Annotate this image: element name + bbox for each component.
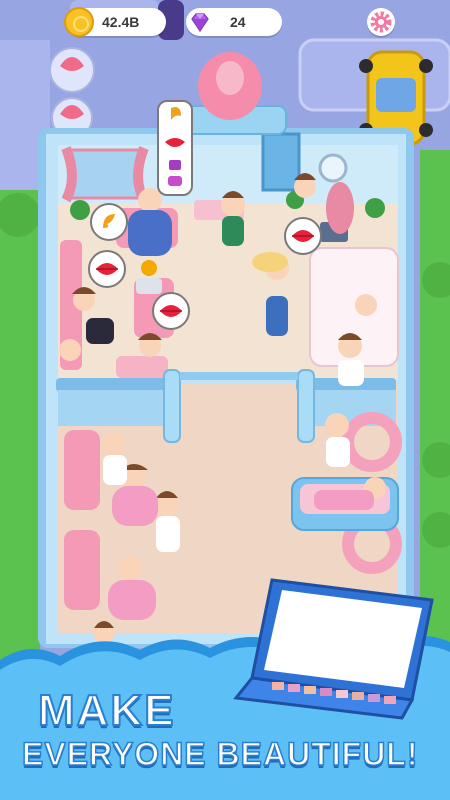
- coin-icon: [64, 7, 94, 37]
- request-bubble-hair[interactable]: [90, 203, 128, 241]
- gem-counter[interactable]: 24: [186, 8, 282, 36]
- settings-button[interactable]: [367, 8, 395, 36]
- lips-icon: [160, 305, 182, 317]
- diamond-icon: [191, 13, 209, 33]
- coin-counter[interactable]: 42.4B: [64, 7, 166, 37]
- request-bubble-lips[interactable]: [88, 250, 126, 288]
- gem-value: 24: [230, 14, 246, 30]
- makeup-palette-icon: [233, 578, 434, 720]
- gear-icon: [370, 11, 392, 33]
- game-scene: 42.4B 24 MAKE EVERYONE BEAUTIFUL!: [0, 0, 450, 800]
- banner-title-line2: EVERYONE BEAUTIFUL!: [21, 735, 419, 773]
- banner-title-line1: MAKE: [37, 685, 176, 736]
- lips-icon: [292, 230, 314, 242]
- request-bubble-lips[interactable]: [284, 217, 322, 255]
- lips-icon: [96, 263, 118, 275]
- coin-value: 42.4B: [102, 14, 140, 30]
- request-list[interactable]: [157, 100, 193, 196]
- request-bubble-lips[interactable]: [152, 292, 190, 330]
- hair-icon: [103, 214, 115, 228]
- request-icons: [165, 107, 185, 186]
